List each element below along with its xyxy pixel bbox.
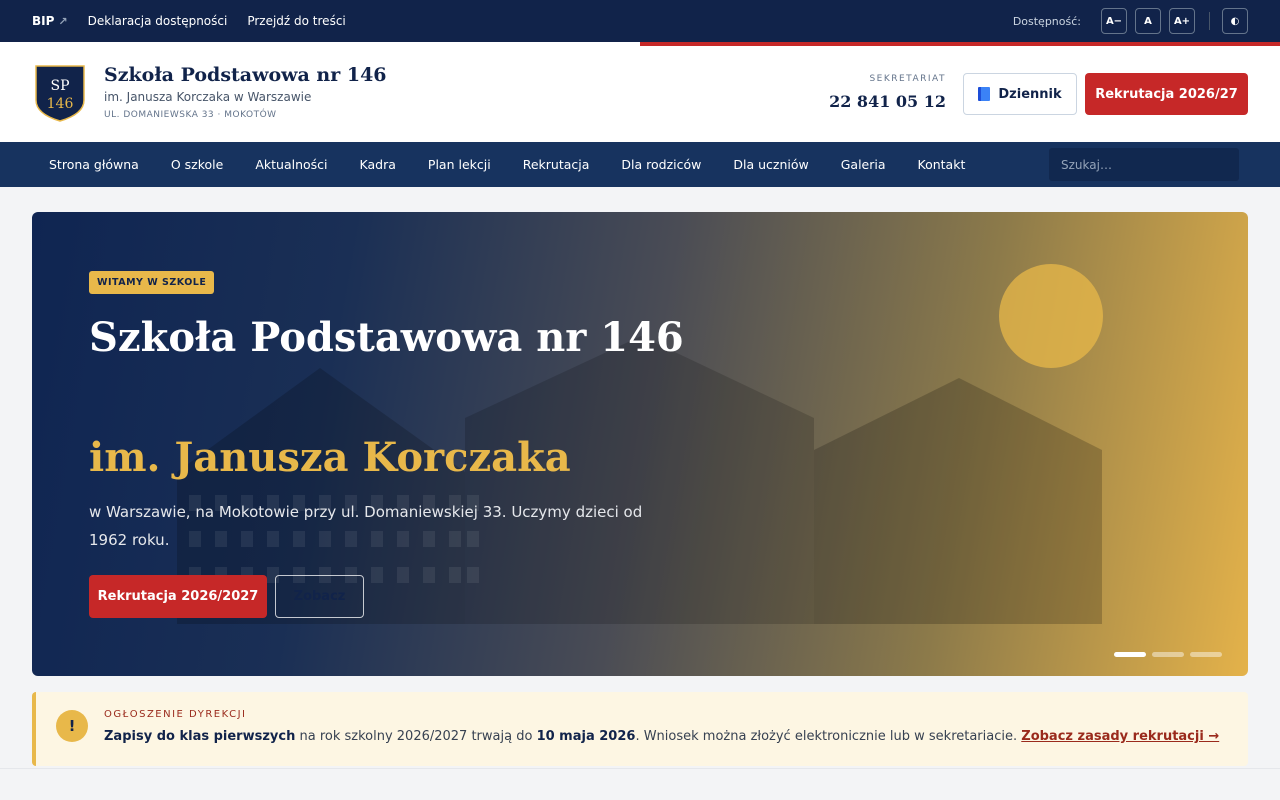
principal-announcement: ! OGŁOSZENIE DYREKCJI Zapisy do klas pie…	[32, 692, 1248, 766]
nav-item-students[interactable]: Dla uczniów	[717, 157, 824, 172]
utility-bar: BIP ↗ Deklaracja dostępności Przejdź do t…	[0, 0, 1280, 42]
school-name[interactable]: Szkoła Podstawowa nr 146	[104, 64, 387, 86]
nav-item-recruitment[interactable]: Rekrutacja	[507, 157, 606, 172]
font-smaller-button[interactable]: A−	[1101, 8, 1127, 34]
crest-text-top: SP	[50, 78, 69, 94]
recruitment-header-button[interactable]: Rekrutacja 2026/27	[1085, 73, 1248, 115]
book-icon	[978, 87, 991, 101]
search-input[interactable]: Szukaj…	[1049, 148, 1239, 181]
hero-recruitment-button[interactable]: Rekrutacja 2026/2027	[89, 575, 267, 618]
accessibility-declaration-link[interactable]: Deklaracja dostępności	[88, 14, 228, 28]
slider-dots	[1114, 652, 1228, 657]
accessibility-controls: Dostępność: A− A A+ ◐	[1013, 8, 1248, 34]
crest-text-bottom: 146	[47, 96, 74, 112]
hero-title-patron: im. Janusza Korczaka	[89, 434, 571, 481]
announcement-text-2: . Wniosek można złożyć elektronicznie lu…	[635, 729, 1022, 744]
school-address: UL. DOMANIEWSKA 33 · MOKOTÓW	[104, 110, 277, 120]
contrast-toggle-icon[interactable]: ◐	[1222, 8, 1248, 34]
journal-button-label: Dziennik	[998, 86, 1062, 102]
accessibility-label: Dostępność:	[1012, 14, 1081, 28]
accent-line	[640, 42, 1280, 46]
recruitment-rules-link[interactable]: Zobacz zasady rekrutacji →	[1021, 729, 1219, 744]
slider-dot-1[interactable]	[1114, 652, 1146, 657]
main-navigation: Strona główna O szkole Aktualności Kadra…	[0, 142, 1280, 187]
announcement-label: OGŁOSZENIE DYREKCJI	[104, 709, 247, 720]
nav-item-news[interactable]: Aktualności	[239, 157, 343, 172]
slider-dot-3[interactable]	[1190, 652, 1222, 657]
nav-item-schedule[interactable]: Plan lekcji	[412, 157, 507, 172]
secretariat-label: SEKRETARIAT	[869, 74, 946, 84]
nav-item-contact[interactable]: Kontakt	[902, 157, 982, 172]
external-link-icon: ↗	[58, 15, 68, 28]
journal-button[interactable]: Dziennik	[963, 73, 1077, 115]
hero-badge: WITAMY W SZKOLE	[89, 271, 215, 294]
hero-description: w Warszawie, na Mokotowie przy ul. Doman…	[89, 503, 643, 549]
font-normal-button[interactable]: A	[1135, 8, 1161, 34]
announcement-text: Zapisy do klas pierwszych na rok szkolny…	[104, 729, 1219, 744]
nav-item-staff[interactable]: Kadra	[344, 157, 412, 172]
skip-to-content-link[interactable]: Przejdź do treści	[247, 14, 345, 28]
bip-link[interactable]: BIP ↗	[32, 14, 68, 28]
font-larger-button[interactable]: A+	[1169, 8, 1195, 34]
page-bottom	[0, 768, 1280, 800]
slider-dot-2[interactable]	[1152, 652, 1184, 657]
site-header: SP 146 Szkoła Podstawowa nr 146 im. Janu…	[0, 42, 1280, 142]
announcement-bold-2: 10 maja 2026	[536, 729, 636, 744]
school-crest-logo[interactable]: SP 146	[34, 64, 86, 122]
nav-item-parents[interactable]: Dla rodziców	[605, 157, 717, 172]
nav-item-about[interactable]: O szkole	[155, 157, 240, 172]
alert-icon: !	[56, 710, 88, 742]
hero-banner: WITAMY W SZKOLE Szkoła Podstawowa nr 146…	[32, 212, 1248, 676]
hero-secondary-button[interactable]: Zobacz	[275, 575, 364, 618]
secretariat-phone[interactable]: 22 841 05 12	[820, 92, 946, 111]
announcement-bold-1: Zapisy do klas pierwszych	[104, 729, 296, 744]
hero-title: Szkoła Podstawowa nr 146	[89, 314, 684, 361]
nav-item-gallery[interactable]: Galeria	[825, 157, 902, 172]
school-subtitle: im. Janusza Korczaka w Warszawie	[104, 90, 312, 104]
nav-item-home[interactable]: Strona główna	[33, 157, 155, 172]
divider	[1209, 12, 1210, 30]
announcement-text-1: na rok szkolny 2026/2027 trwają do	[295, 729, 537, 744]
